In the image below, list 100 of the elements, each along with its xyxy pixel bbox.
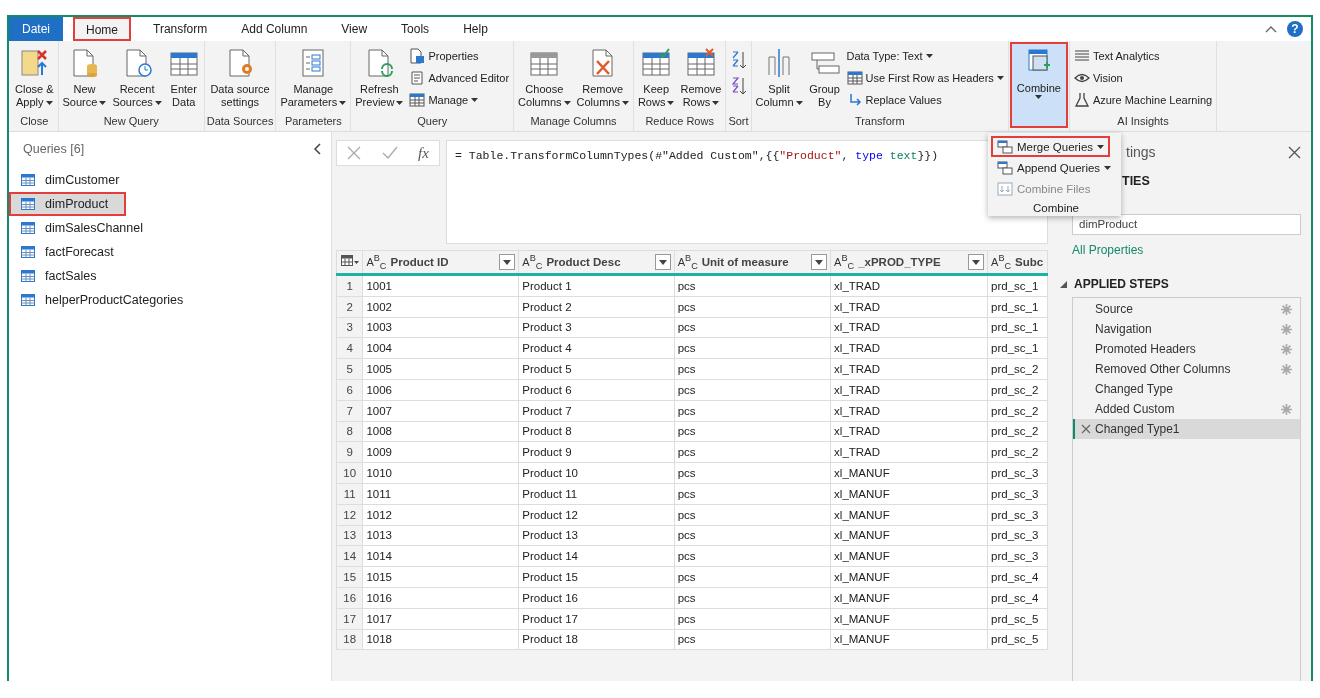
table-cell: 1018 [362,629,519,650]
ribbon-button[interactable]: Keep Rows [635,44,677,112]
table-cell: Product 5 [518,358,675,380]
file-tab[interactable]: Datei [9,17,63,41]
ribbon-button[interactable]: Recent Sources [110,44,164,112]
all-properties-link[interactable]: All Properties [1072,243,1144,257]
ribbon-button[interactable]: Replace Values [844,89,1006,111]
applied-step[interactable]: Changed Type [1073,379,1300,399]
caret-icon [396,100,404,105]
table-cell: Product 3 [518,317,675,338]
column-header[interactable]: A$^{B}$$_{C}$ _xPROD_TYPE [831,251,988,273]
query-item[interactable]: factSales [9,264,331,288]
sort-ascending-icon[interactable] [730,50,747,70]
table-cell: xl_TRAD [830,358,988,380]
help-button[interactable]: ? [1287,21,1303,37]
ribbon-button[interactable]: Close & Apply [13,44,56,112]
filter-button[interactable] [499,254,516,270]
ribbon-button[interactable]: Remove Rows [678,44,724,112]
filter-button[interactable] [811,254,828,270]
close-icon[interactable] [1288,145,1301,159]
table-icon [21,174,35,186]
row-number: 18 [336,629,363,650]
column-header[interactable]: A$^{B}$$_{C}$ Unit of measure [674,251,831,273]
ribbon-button[interactable]: Remove Columns [574,44,631,112]
ribbon-button[interactable]: Manage Parameters [278,44,349,112]
ribbon-button[interactable]: Text Analytics [1071,45,1215,67]
filter-button[interactable] [654,254,671,270]
lines-icon [1073,48,1090,64]
table-cell: prd_sc_5 [987,608,1048,630]
menu-item[interactable]: Merge Queries [991,136,1111,157]
ribbon-button[interactable]: Combine [1010,43,1067,127]
ribbon-button[interactable]: Advanced Editor [407,67,512,89]
ribbon-tab[interactable]: Add Column [229,17,320,41]
caret-icon [667,100,675,105]
ribbon-button[interactable]: Vision [1071,67,1215,89]
column-name: Product ID [390,256,450,268]
sort-descending-icon[interactable] [730,76,747,96]
row-number: 13 [336,525,363,546]
table-cell: xl_MANUF [830,462,988,484]
row-number: 3 [336,317,363,338]
ribbon-tab[interactable]: Transform [141,17,220,41]
row-number: 16 [336,587,363,609]
table-cell: 1006 [362,379,519,401]
collapse-triangle-icon[interactable] [1060,280,1067,288]
row-number: 17 [336,608,363,630]
delete-icon[interactable] [1081,424,1091,434]
table-cell: prd_sc_4 [987,566,1048,588]
ribbon-button[interactable]: Properties [407,45,512,67]
ribbon-tab[interactable]: View [329,17,380,41]
check-icon[interactable] [381,146,398,160]
table-cell: xl_MANUF [830,587,988,609]
table-menu-icon[interactable] [340,255,359,267]
table-cell: prd_sc_2 [987,358,1048,380]
applied-step[interactable]: Promoted Headers [1073,339,1300,359]
name-field[interactable]: dimProduct [1072,214,1301,235]
query-item[interactable]: helperProductCategories [9,288,331,312]
table-cell: pcs [674,587,831,609]
column-header[interactable]: A$^{B}$$_{C}$ Subc [988,251,1047,273]
ribbon-tab[interactable]: Home [73,17,132,41]
applied-step[interactable]: Source [1073,299,1300,319]
applied-step[interactable]: Navigation [1073,319,1300,339]
applied-step[interactable]: Removed Other Columns [1073,359,1300,379]
table-cell: pcs [674,441,831,463]
ribbon-button[interactable]: Enter Data [165,44,202,112]
ribbon-button[interactable]: Group By [806,44,843,112]
table-cell: prd_sc_1 [987,337,1048,359]
ribbon-button[interactable]: Choose Columns [516,44,573,112]
column-header[interactable]: A$^{B}$$_{C}$ Product Desc [519,251,674,273]
query-item[interactable]: dimSalesChannel [9,216,331,240]
query-item[interactable]: factForecast [9,240,331,264]
applied-step[interactable]: Changed Type1 [1073,419,1300,439]
filter-button[interactable] [968,254,985,270]
ribbon-button[interactable]: Azure Machine Learning [1071,89,1215,111]
ribbon-button[interactable]: Data Type: Text [844,45,1006,67]
row-number: 15 [336,566,363,588]
group-label: Sort [728,114,749,129]
query-item[interactable]: dimCustomer [9,168,331,192]
table-cell: 1017 [362,608,519,630]
table-cell: pcs [674,358,831,380]
collapse-ribbon-icon[interactable] [1265,25,1277,33]
ribbon-button[interactable]: Data source settings [208,44,272,112]
table-cell: 1008 [362,421,519,442]
ribbon-button[interactable]: Manage [407,89,512,111]
applied-step[interactable]: Added Custom [1073,399,1300,419]
ribbon-button[interactable]: New Source [60,44,109,112]
ribbon-tab[interactable]: Help [451,17,500,41]
group-label: Data Sources [206,114,274,129]
query-item[interactable]: dimProduct [9,192,126,216]
ribbon-tab[interactable]: Tools [389,17,442,41]
ribbon-button[interactable]: Split Column [753,44,805,112]
table-cell: Product 16 [518,587,675,609]
row-number: 6 [336,379,363,401]
table-cell: Product 4 [518,337,675,359]
table-cell: xl_TRAD [830,441,988,463]
caret-icon [972,259,981,265]
ribbon-button[interactable]: Refresh Preview [353,44,406,112]
ribbon-button[interactable]: Use First Row as Headers [844,67,1006,89]
fx-label[interactable]: fx [417,144,429,162]
column-header[interactable]: A$^{B}$$_{C}$ Product ID [363,251,519,273]
collapse-panel-icon[interactable] [313,143,321,155]
